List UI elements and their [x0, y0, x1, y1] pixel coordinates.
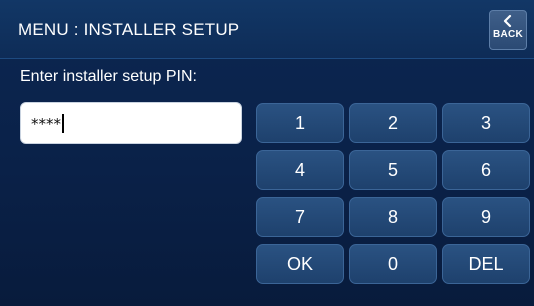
- key-4[interactable]: 4: [256, 150, 344, 190]
- pin-prompt: Enter installer setup PIN:: [20, 68, 197, 85]
- pin-input[interactable]: ****: [20, 102, 242, 144]
- key-8[interactable]: 8: [349, 197, 437, 237]
- key-9[interactable]: 9: [442, 197, 530, 237]
- installer-setup-screen: MENU : INSTALLER SETUP BACK Enter instal…: [0, 0, 534, 306]
- key-1[interactable]: 1: [256, 103, 344, 143]
- page-title: MENU : INSTALLER SETUP: [18, 20, 240, 39]
- back-label: BACK: [492, 29, 524, 40]
- ok-button[interactable]: OK: [256, 244, 344, 284]
- pin-value: ****: [31, 115, 61, 133]
- key-2[interactable]: 2: [349, 103, 437, 143]
- key-3[interactable]: 3: [442, 103, 530, 143]
- delete-button[interactable]: DEL: [442, 244, 530, 284]
- header-bar: MENU : INSTALLER SETUP BACK: [0, 0, 534, 59]
- key-0[interactable]: 0: [349, 244, 437, 284]
- back-button[interactable]: BACK: [489, 10, 527, 50]
- chevron-left-icon: [503, 14, 512, 28]
- key-5[interactable]: 5: [349, 150, 437, 190]
- text-cursor: [62, 114, 64, 133]
- key-6[interactable]: 6: [442, 150, 530, 190]
- key-7[interactable]: 7: [256, 197, 344, 237]
